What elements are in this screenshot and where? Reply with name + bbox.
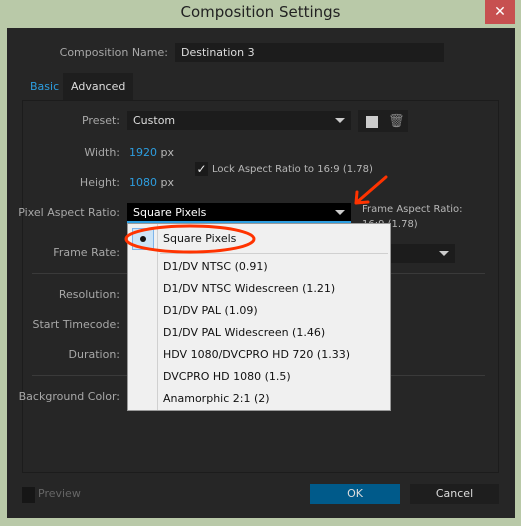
annotation-circle [124, 224, 256, 254]
preview-checkbox[interactable] [22, 487, 35, 503]
preview-label: Preview [38, 487, 81, 500]
cancel-button[interactable]: Cancel [410, 484, 499, 504]
annotation-arrow [354, 175, 388, 205]
ok-button[interactable]: OK [310, 484, 400, 504]
annotation-overlay [124, 175, 388, 254]
